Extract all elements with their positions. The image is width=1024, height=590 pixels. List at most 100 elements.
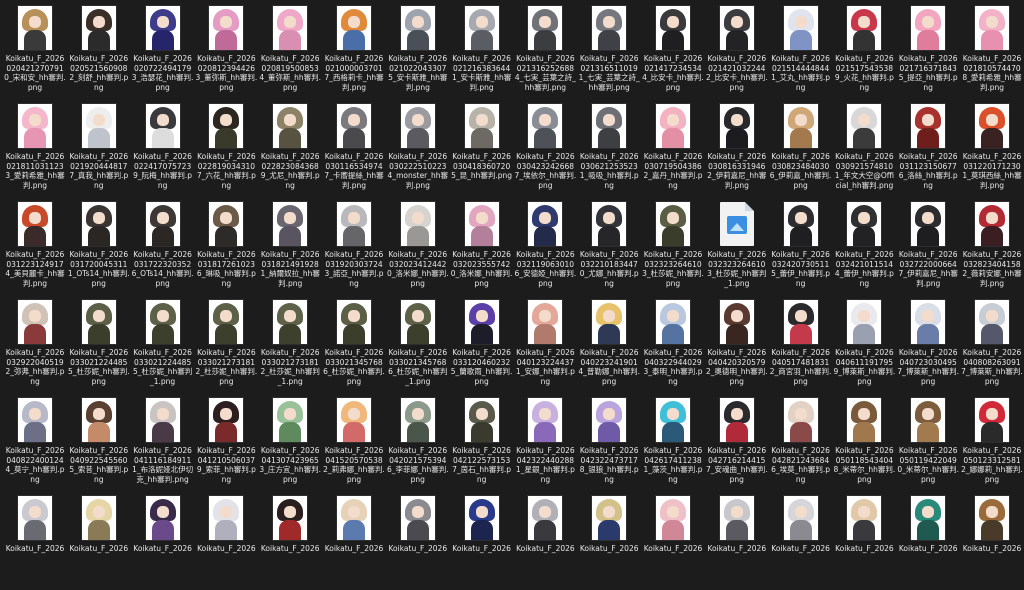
- image-thumbnail[interactable]: [656, 300, 690, 344]
- image-thumbnail[interactable]: [145, 6, 180, 50]
- image-thumbnail[interactable]: [656, 104, 690, 148]
- image-thumbnail[interactable]: [209, 300, 244, 344]
- file-item[interactable]: Koikatu_F_2026021316252688 4_七実_芸葉之詩_hh審…: [514, 0, 576, 100]
- file-item[interactable]: Koikatu_F_2026032722000664 7_伊莉嘉尼_hh審判.p…: [897, 196, 959, 296]
- image-thumbnail[interactable]: [464, 496, 499, 540]
- file-item[interactable]: Koikatu_F_2026: [132, 490, 194, 590]
- image-thumbnail[interactable]: [464, 202, 499, 246]
- file-item[interactable]: Koikatu_F_2026031123150677 6_洛絲_hh審判.png: [897, 98, 959, 198]
- file-item[interactable]: Koikatu_F_2026: [642, 490, 704, 590]
- file-item[interactable]: Koikatu_F_2026050119422049 0_米蒂尔_hh審判.pn…: [897, 392, 959, 492]
- image-thumbnail[interactable]: [975, 398, 1009, 442]
- file-item[interactable]: Koikatu_F_2026041116184911 1_布洛妮娅北伊切克_hh…: [132, 392, 194, 492]
- image-thumbnail[interactable]: [911, 104, 946, 148]
- file-item[interactable]: Koikatu_F_2026: [961, 490, 1023, 590]
- image-thumbnail[interactable]: [528, 202, 563, 246]
- file-item[interactable]: Koikatu_F_2026040322944029 3_泰明_hh審判.png: [642, 294, 704, 394]
- file-item[interactable]: Koikatu_F_2026021514444844 1_艾丸_hh審判.png: [770, 0, 832, 100]
- image-thumbnail[interactable]: [656, 496, 690, 540]
- image-thumbnail[interactable]: [592, 202, 627, 246]
- file-item[interactable]: Koikatu_F_2026033021345768 6_杜莎妮_hh審判_1.…: [387, 294, 449, 394]
- image-thumbnail[interactable]: [145, 496, 180, 540]
- image-thumbnail[interactable]: [528, 496, 563, 540]
- file-item[interactable]: Koikatu_F_2026: [514, 490, 576, 590]
- file-item[interactable]: Koikatu_F_2026040611191795 9_博萊斯_hh審判.pn…: [833, 294, 895, 394]
- image-thumbnail[interactable]: [81, 398, 116, 442]
- image-thumbnail[interactable]: [273, 202, 308, 246]
- file-item[interactable]: Koikatu_F_2026: [451, 490, 513, 590]
- file-item[interactable]: Koikatu_F_2026021417234534 4_比安卡_hh審判.pn…: [642, 0, 704, 100]
- file-item[interactable]: Koikatu_F_2026040922545560 5_索昔_hh審判.png: [68, 392, 130, 492]
- image-thumbnail[interactable]: [337, 300, 371, 344]
- image-thumbnail[interactable]: [273, 398, 308, 442]
- file-item[interactable]: Koikatu_F_2026032323264610 3_杜莎妮_hh審判.pn…: [642, 196, 704, 296]
- file-item[interactable]: Koikatu_F_2026022819034310 7_六花_hh審判.png: [195, 98, 257, 198]
- image-thumbnail[interactable]: [975, 300, 1009, 344]
- image-thumbnail[interactable]: [847, 300, 882, 344]
- image-thumbnail[interactable]: [209, 104, 244, 148]
- file-item[interactable]: Koikatu_F_2026032323264610 3_杜莎妮_hh審判_1.…: [706, 196, 768, 296]
- image-thumbnail[interactable]: [400, 300, 435, 344]
- image-thumbnail[interactable]: [81, 202, 116, 246]
- file-item[interactable]: Koikatu_F_2026032023412442 0_洛米娜_hh審判.pn…: [387, 196, 449, 296]
- file-item[interactable]: Koikatu_F_2026: [578, 490, 640, 590]
- file-item[interactable]: Koikatu_F_2026041307423965 3_庄方宜_hh審判.pn…: [259, 392, 321, 492]
- image-thumbnail[interactable]: [464, 398, 499, 442]
- file-item[interactable]: Koikatu_F_2026030222510223 4_monster_hh審…: [387, 98, 449, 198]
- image-thumbnail[interactable]: [975, 496, 1009, 540]
- file-item[interactable]: Koikatu_F_2026033021273181 2_杜莎妮_hh審判.pn…: [195, 294, 257, 394]
- file-item[interactable]: Koikatu_F_2026021316511019 1_七実_芸葉之詩_hh審…: [578, 0, 640, 100]
- file-item[interactable]: Koikatu_F_2026032421011514 4_蕾伊_hh審判.png: [833, 196, 895, 296]
- file-item[interactable]: Koikatu_F_2026042322440288 1_星銀_hh審判.png: [514, 392, 576, 492]
- file-item[interactable]: Koikatu_F_2026040517481831 2_商宮羽_hh審判.pn…: [770, 294, 832, 394]
- image-thumbnail[interactable]: [975, 6, 1009, 50]
- file-item[interactable]: Koikatu_F_2026030719504386 2_嘉丹_hh審判.png: [642, 98, 704, 198]
- image-thumbnail[interactable]: [18, 6, 52, 50]
- image-thumbnail[interactable]: [911, 300, 946, 344]
- image-thumbnail[interactable]: [719, 300, 754, 344]
- image-thumbnail[interactable]: [273, 104, 308, 148]
- file-item[interactable]: Koikatu_F_2026021716371843 5_提亞_hh審判.png: [897, 0, 959, 100]
- image-thumbnail[interactable]: [911, 496, 946, 540]
- image-thumbnail[interactable]: [464, 104, 499, 148]
- image-thumbnail[interactable]: [528, 300, 563, 344]
- image-thumbnail[interactable]: [337, 202, 371, 246]
- image-thumbnail[interactable]: [209, 202, 244, 246]
- image-thumbnail[interactable]: [592, 104, 627, 148]
- image-thumbnail[interactable]: [145, 202, 180, 246]
- image-thumbnail[interactable]: [400, 496, 435, 540]
- file-item[interactable]: Koikatu_F_2026: [195, 490, 257, 590]
- image-thumbnail[interactable]: [209, 6, 244, 50]
- file-item[interactable]: Koikatu_F_2026033021273181 2_杜莎妮_hh審判_1.…: [259, 294, 321, 394]
- file-item[interactable]: Koikatu_F_2026: [833, 490, 895, 590]
- image-thumbnail[interactable]: [18, 300, 52, 344]
- image-thumbnail[interactable]: [464, 300, 499, 344]
- file-item[interactable]: Koikatu_F_2026021000003701 7_西格莉卡_hh審判.p…: [323, 0, 385, 100]
- file-item[interactable]: Koikatu_F_2026030921574810 1_年文大空@Offici…: [833, 98, 895, 198]
- image-thumbnail[interactable]: [911, 202, 946, 246]
- file-item[interactable]: Koikatu_F_2026021022043307 5_安卡斯雅_hh審判.p…: [387, 0, 449, 100]
- file-item[interactable]: Koikatu_F_2026031920303724 3_諾亞_hh審判.png: [323, 196, 385, 296]
- file-item[interactable]: Koikatu_F_2026020722494179 3_浩瑟花_hh審判.pn…: [132, 0, 194, 100]
- file-item[interactable]: Koikatu_F_2026021517543538 9_火花_hh審判.png: [833, 0, 895, 100]
- image-thumbnail[interactable]: [528, 398, 563, 442]
- file-item[interactable]: Koikatu_F_2026040123224437 1_安娜_hh審判.png: [514, 294, 576, 394]
- image-thumbnail[interactable]: [145, 104, 180, 148]
- file-item[interactable]: Koikatu_F_2026031821491928 1_納爾奴拉_hh審判.p…: [259, 196, 321, 296]
- file-item[interactable]: Koikatu_F_2026042821243684 6_埃莫_hh審判.png: [770, 392, 832, 492]
- image-thumbnail[interactable]: [337, 496, 371, 540]
- image-thumbnail[interactable]: [783, 6, 818, 50]
- file-item[interactable]: Koikatu_F_2026020812394426 3_董弥斯_hh審判.pn…: [195, 0, 257, 100]
- file-item[interactable]: Koikatu_F_2026041520570538 2_莉弗娜_hh審判.pn…: [323, 392, 385, 492]
- file-item[interactable]: Koikatu_F_2026033021224485 5_杜莎妮_hh審判_1.…: [132, 294, 194, 394]
- file-item[interactable]: Koikatu_F_2026042122573153 7_茵石_hh審判.png: [451, 392, 513, 492]
- image-thumbnail[interactable]: [783, 496, 818, 540]
- image-thumbnail[interactable]: [528, 104, 563, 148]
- image-thumbnail[interactable]: [18, 202, 52, 246]
- file-item[interactable]: Koikatu_F_2026031720045311 1_OTs14_hh審判.…: [68, 196, 130, 296]
- file-item[interactable]: Koikatu_F_2026: [897, 490, 959, 590]
- image-thumbnail[interactable]: [847, 6, 882, 50]
- file-item[interactable]: Koikatu_F_2026033021345768 6_杜莎妮_hh審判.pn…: [323, 294, 385, 394]
- file-item[interactable]: Koikatu_F_2026021920444817 7_真我_hh審判.png: [68, 98, 130, 198]
- image-thumbnail[interactable]: [337, 398, 371, 442]
